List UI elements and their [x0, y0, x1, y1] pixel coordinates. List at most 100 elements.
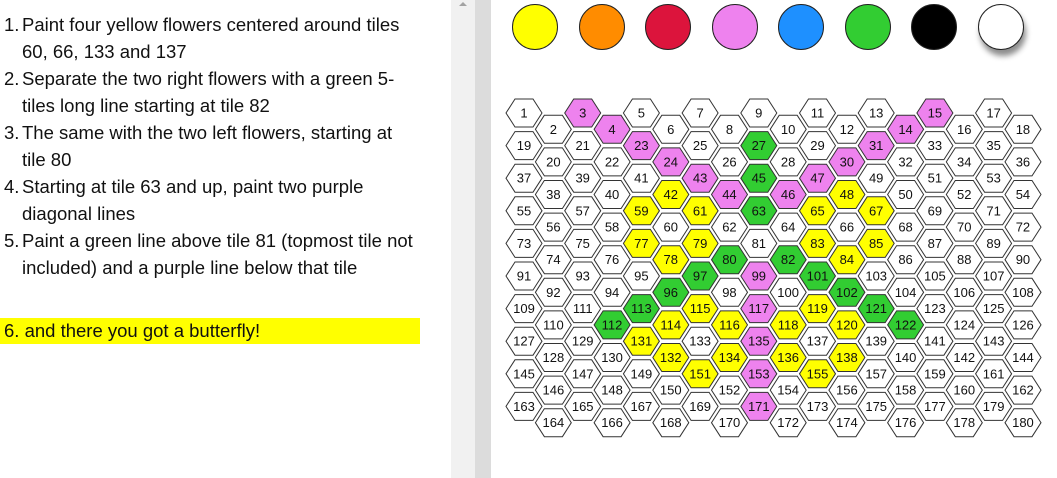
hex-tile-27[interactable]: 27 — [740, 131, 778, 161]
hex-tile-46[interactable]: 46 — [769, 180, 807, 209]
hex-tile-107[interactable]: 107 — [975, 261, 1013, 291]
hex-tile-148[interactable]: 148 — [593, 375, 631, 405]
hex-tile-1[interactable]: 1 — [505, 98, 543, 128]
hex-tile-131[interactable]: 131 — [622, 326, 660, 356]
hex-tile-45[interactable]: 45 — [740, 163, 778, 193]
hex-tile-137[interactable]: 137 — [798, 326, 837, 356]
hex-tile-74[interactable]: 74 — [534, 245, 572, 275]
hex-tile-21[interactable]: 21 — [564, 131, 602, 161]
hex-tile-20[interactable]: 20 — [534, 147, 572, 177]
hex-tile-168[interactable]: 168 — [652, 408, 690, 438]
hex-tile-79[interactable]: 79 — [681, 228, 719, 258]
hex-tile-29[interactable]: 29 — [798, 131, 837, 161]
hex-tile-50[interactable]: 50 — [887, 180, 925, 209]
hex-tile-40[interactable]: 40 — [593, 180, 631, 209]
hex-tile-84[interactable]: 84 — [828, 245, 866, 275]
hex-tile-6[interactable]: 6 — [652, 114, 690, 144]
hex-tile-134[interactable]: 134 — [710, 343, 749, 372]
hex-tile-143[interactable]: 143 — [975, 326, 1013, 356]
hex-tile-100[interactable]: 100 — [769, 277, 807, 307]
hex-tile-104[interactable]: 104 — [887, 277, 925, 307]
hex-tile-115[interactable]: 115 — [681, 294, 719, 324]
hex-tile-89[interactable]: 89 — [975, 228, 1013, 258]
hex-tile-30[interactable]: 30 — [828, 147, 866, 177]
hex-tile-123[interactable]: 123 — [916, 294, 954, 324]
hex-tile-157[interactable]: 157 — [857, 359, 895, 389]
hex-tile-78[interactable]: 78 — [652, 245, 690, 275]
hex-tile-108[interactable]: 108 — [1004, 277, 1042, 307]
hex-tile-117[interactable]: 117 — [740, 294, 778, 324]
hex-tile-88[interactable]: 88 — [945, 245, 983, 275]
hex-tile-144[interactable]: 144 — [1004, 343, 1042, 372]
hex-tile-49[interactable]: 49 — [857, 163, 895, 193]
hex-tile-9[interactable]: 9 — [740, 98, 778, 128]
hex-tile-8[interactable]: 8 — [710, 114, 749, 144]
hex-tile-172[interactable]: 172 — [769, 408, 807, 438]
hex-tile-154[interactable]: 154 — [769, 375, 807, 405]
hex-tile-174[interactable]: 174 — [828, 408, 866, 438]
hex-tile-58[interactable]: 58 — [593, 212, 631, 242]
hex-tile-97[interactable]: 97 — [681, 261, 719, 291]
hex-tile-124[interactable]: 124 — [945, 310, 983, 340]
hex-tile-7[interactable]: 7 — [681, 98, 719, 128]
hex-tile-159[interactable]: 159 — [916, 359, 954, 389]
hex-tile-106[interactable]: 106 — [945, 277, 983, 307]
hex-tile-39[interactable]: 39 — [564, 163, 602, 193]
hex-tile-167[interactable]: 167 — [622, 391, 660, 421]
hex-tile-54[interactable]: 54 — [1004, 180, 1042, 209]
hex-tile-23[interactable]: 23 — [622, 131, 660, 161]
hex-tile-25[interactable]: 25 — [681, 131, 719, 161]
hex-tile-19[interactable]: 19 — [505, 131, 543, 161]
hex-tile-86[interactable]: 86 — [887, 245, 925, 275]
hex-tile-155[interactable]: 155 — [798, 359, 837, 389]
hex-tile-135[interactable]: 135 — [740, 326, 778, 356]
hex-tile-51[interactable]: 51 — [916, 163, 954, 193]
hex-tile-38[interactable]: 38 — [534, 180, 572, 209]
hex-tile-64[interactable]: 64 — [769, 212, 807, 242]
hex-tile-163[interactable]: 163 — [505, 391, 543, 421]
hex-tile-101[interactable]: 101 — [798, 261, 837, 291]
hex-tile-119[interactable]: 119 — [798, 294, 837, 324]
hex-tile-63[interactable]: 63 — [740, 196, 778, 226]
hex-tile-32[interactable]: 32 — [887, 147, 925, 177]
hex-tile-77[interactable]: 77 — [622, 228, 660, 258]
hex-tile-116[interactable]: 116 — [710, 310, 749, 340]
hex-tile-128[interactable]: 128 — [534, 343, 572, 372]
hex-tile-61[interactable]: 61 — [681, 196, 719, 226]
hex-tile-34[interactable]: 34 — [945, 147, 983, 177]
hex-tile-26[interactable]: 26 — [710, 147, 749, 177]
hex-tile-28[interactable]: 28 — [769, 147, 807, 177]
hex-tile-161[interactable]: 161 — [975, 359, 1013, 389]
hex-tile-73[interactable]: 73 — [505, 228, 543, 258]
hex-tile-166[interactable]: 166 — [593, 408, 631, 438]
hex-tile-146[interactable]: 146 — [534, 375, 572, 405]
hex-tile-122[interactable]: 122 — [887, 310, 925, 340]
scroll-up-arrow-icon[interactable] — [459, 2, 467, 6]
hex-tile-85[interactable]: 85 — [857, 228, 895, 258]
hex-tile-175[interactable]: 175 — [857, 391, 895, 421]
hex-tile-164[interactable]: 164 — [534, 408, 572, 438]
hex-tile-37[interactable]: 37 — [505, 163, 543, 193]
hex-tile-130[interactable]: 130 — [593, 343, 631, 372]
hex-tile-139[interactable]: 139 — [857, 326, 895, 356]
hex-tile-18[interactable]: 18 — [1004, 114, 1042, 144]
hex-tile-171[interactable]: 171 — [740, 391, 778, 421]
hex-tile-129[interactable]: 129 — [564, 326, 602, 356]
hex-tile-31[interactable]: 31 — [857, 131, 895, 161]
hex-tile-87[interactable]: 87 — [916, 228, 954, 258]
hex-tile-91[interactable]: 91 — [505, 261, 543, 291]
hex-tile-102[interactable]: 102 — [828, 277, 866, 307]
hex-tile-4[interactable]: 4 — [593, 114, 631, 144]
hex-tile-170[interactable]: 170 — [710, 408, 749, 438]
hex-tile-99[interactable]: 99 — [740, 261, 778, 291]
hex-tile-103[interactable]: 103 — [857, 261, 895, 291]
hex-tile-179[interactable]: 179 — [975, 391, 1013, 421]
swatch-pink[interactable] — [711, 4, 758, 50]
hex-tile-81[interactable]: 81 — [740, 228, 778, 258]
hex-tile-114[interactable]: 114 — [652, 310, 690, 340]
hex-tile-112[interactable]: 112 — [593, 310, 631, 340]
hex-tile-118[interactable]: 118 — [769, 310, 807, 340]
hex-tile-52[interactable]: 52 — [945, 180, 983, 209]
hex-tile-140[interactable]: 140 — [887, 343, 925, 372]
hex-tile-60[interactable]: 60 — [652, 212, 690, 242]
